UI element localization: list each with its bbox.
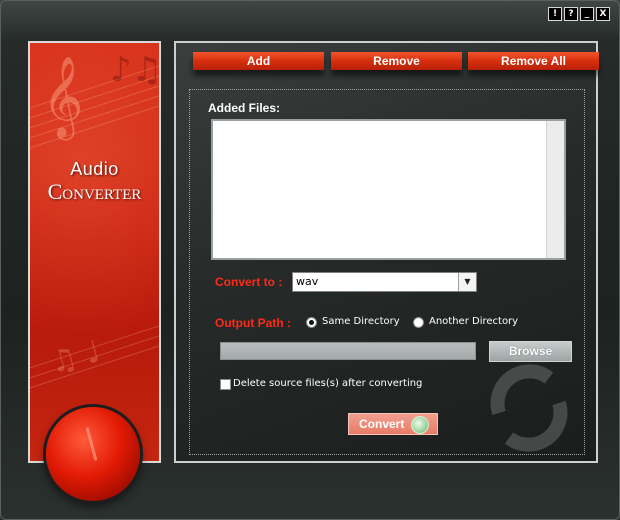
same-directory-label: Same Directory (322, 316, 400, 327)
refresh-icon (490, 364, 568, 452)
disc-icon (411, 416, 429, 434)
minimize-icon[interactable]: _ (580, 7, 594, 21)
info-icon[interactable]: ! (548, 7, 562, 21)
remove-all-button[interactable]: Remove All (468, 52, 599, 70)
knob-indicator (85, 427, 98, 461)
file-list-scrollbar[interactable] (546, 121, 564, 258)
banner-title-line2: Converter (47, 179, 142, 204)
file-list[interactable] (211, 119, 566, 260)
another-directory-label: Another Directory (429, 316, 519, 327)
treble-clef-icon: 𝄞 (42, 55, 84, 137)
delete-source-checkbox[interactable] (220, 379, 231, 390)
knob-icon (46, 407, 140, 501)
help-icon[interactable]: ? (564, 7, 578, 21)
music-notes-icon: ♫ ♩ (46, 334, 105, 381)
output-path-field[interactable] (220, 342, 476, 360)
music-notes-icon: ♪♫ (110, 50, 161, 90)
banner-title-line1: Audio (70, 159, 119, 179)
format-select[interactable]: wav ▼ (292, 272, 477, 292)
added-files-label: Added Files: (208, 101, 281, 115)
radio-same-directory[interactable] (306, 317, 317, 328)
add-button[interactable]: Add (193, 52, 324, 70)
convert-button[interactable]: Convert (348, 413, 438, 435)
format-select-value: wav (296, 275, 319, 288)
output-path-label: Output Path : (215, 316, 291, 330)
chevron-down-icon[interactable]: ▼ (458, 273, 476, 291)
radio-another-directory[interactable] (413, 317, 424, 328)
main-panel: Add Remove Remove All Added Files: Conve… (174, 41, 599, 463)
convert-to-label: Convert to : (215, 275, 283, 289)
convert-button-label: Convert (359, 417, 405, 431)
delete-source-label: Delete source files(s) after converting (233, 378, 423, 389)
close-icon[interactable]: X (596, 7, 610, 21)
window-controls: ! ? _ X (548, 7, 610, 21)
app-banner: 𝄞 ♪♫ ♫ ♩ Audio Converter (28, 41, 161, 463)
remove-button[interactable]: Remove (331, 52, 462, 70)
